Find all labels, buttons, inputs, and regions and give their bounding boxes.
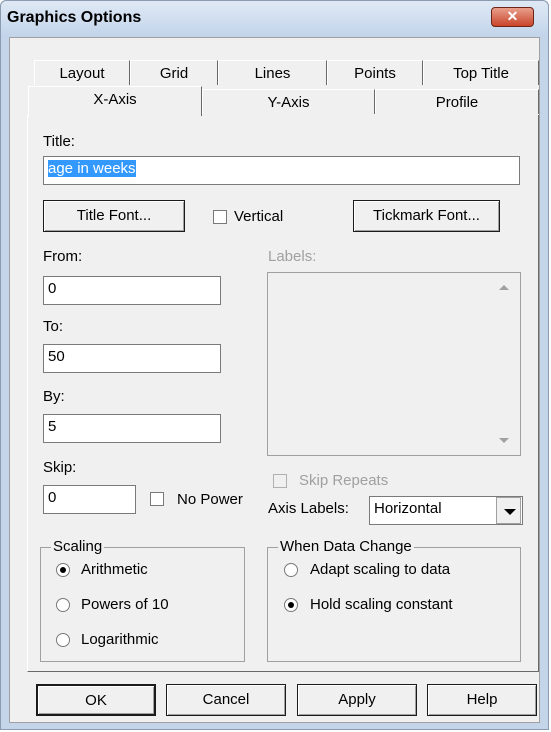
apply-button[interactable]: Apply: [297, 684, 417, 716]
close-button[interactable]: ✕: [491, 7, 534, 27]
title-value: age in weeks: [48, 160, 136, 177]
to-input[interactable]: 50: [43, 344, 221, 373]
by-input[interactable]: 5: [43, 414, 221, 443]
title-font-button[interactable]: Title Font...: [43, 200, 185, 232]
labels-label: Labels:: [268, 248, 317, 265]
tab-x-axis[interactable]: X-Axis: [28, 86, 202, 116]
tab-lines[interactable]: Lines: [218, 60, 327, 85]
tab-top-title[interactable]: Top Title: [423, 60, 539, 85]
tickmark-font-button[interactable]: Tickmark Font...: [353, 200, 500, 232]
tab-profile[interactable]: Profile: [375, 89, 539, 114]
data-change-legend: When Data Change: [278, 538, 414, 555]
scroll-up-icon[interactable]: [499, 285, 509, 290]
skip-repeats-checkbox[interactable]: [273, 474, 287, 488]
dialog-title: Graphics Options: [7, 9, 142, 26]
axis-labels-dropdown-button[interactable]: [496, 497, 521, 524]
tab-label: Layout: [59, 65, 105, 82]
radio-hold-scaling[interactable]: [284, 598, 298, 612]
by-label: By:: [43, 388, 65, 405]
ok-button[interactable]: OK: [36, 684, 156, 716]
dialog-window: Graphics Options ✕ Layout Grid Lines Poi…: [0, 0, 549, 730]
tab-label: Grid: [159, 65, 189, 82]
adapt-scaling-label: Adapt scaling to data: [310, 561, 451, 578]
radio-logarithmic[interactable]: [56, 633, 70, 647]
hold-scaling-label: Hold scaling constant: [310, 596, 453, 613]
tab-label: Points: [354, 65, 396, 82]
tab-label: Top Title: [453, 65, 509, 82]
to-label: To:: [43, 318, 64, 335]
axis-labels-label: Axis Labels:: [268, 500, 349, 517]
radio-adapt-scaling[interactable]: [284, 563, 298, 577]
vertical-label: Vertical: [234, 208, 284, 225]
skip-repeats-label: Skip Repeats: [299, 472, 389, 489]
close-icon: ✕: [506, 8, 519, 24]
labels-listbox[interactable]: [267, 272, 521, 456]
tab-grid[interactable]: Grid: [130, 60, 218, 85]
tab-layout[interactable]: Layout: [34, 60, 130, 85]
cancel-button[interactable]: Cancel: [166, 684, 286, 716]
radio-powers-of-10[interactable]: [56, 598, 70, 612]
axis-title-input[interactable]: age in weeks: [43, 156, 520, 185]
help-button[interactable]: Help: [427, 684, 537, 716]
vertical-checkbox[interactable]: [213, 210, 227, 224]
axis-labels-value: Horizontal: [374, 500, 442, 517]
scaling-legend: Scaling: [51, 538, 105, 555]
skip-input[interactable]: 0: [43, 485, 136, 514]
tab-y-axis[interactable]: Y-Axis: [202, 89, 375, 114]
tab-label: Y-Axis: [267, 94, 310, 111]
powers-of-10-label: Powers of 10: [81, 596, 169, 613]
tab-label: Profile: [435, 94, 479, 111]
from-label: From:: [43, 248, 83, 265]
skip-label: Skip:: [43, 459, 77, 476]
scroll-down-icon[interactable]: [499, 438, 509, 443]
tab-label: X-Axis: [93, 91, 137, 108]
title-bar: Graphics Options ✕: [1, 1, 548, 37]
chevron-down-icon: [504, 509, 516, 515]
no-power-label: No Power: [177, 491, 243, 508]
arithmetic-label: Arithmetic: [81, 561, 148, 578]
no-power-checkbox[interactable]: [150, 492, 164, 506]
from-input[interactable]: 0: [43, 276, 221, 305]
radio-arithmetic[interactable]: [56, 563, 70, 577]
logarithmic-label: Logarithmic: [81, 631, 159, 648]
title-label: Title:: [43, 133, 75, 150]
tab-points[interactable]: Points: [327, 60, 423, 85]
tab-label: Lines: [254, 65, 291, 82]
